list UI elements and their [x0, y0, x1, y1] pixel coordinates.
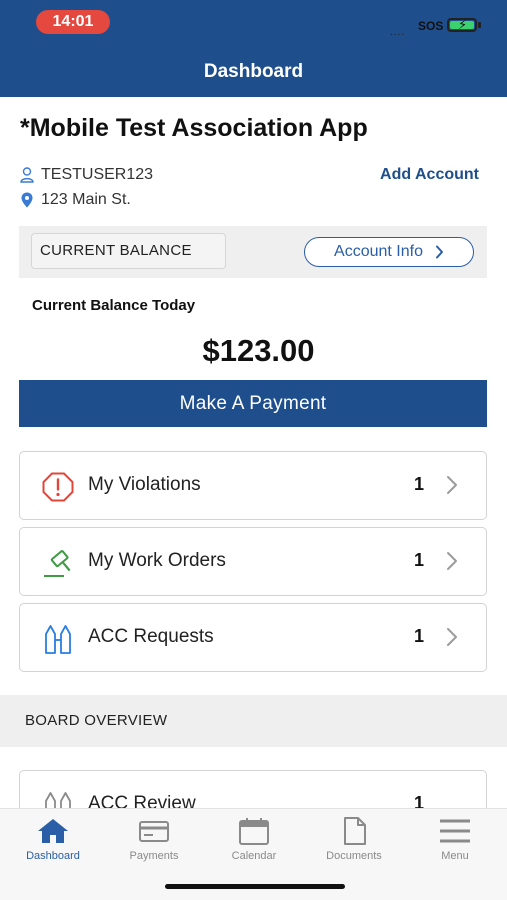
tab-label: Documents	[326, 850, 382, 862]
tab-label: Payments	[129, 850, 179, 862]
calendar-icon	[239, 818, 269, 845]
acc-icon	[45, 625, 71, 654]
status-time: 14:01	[36, 10, 110, 34]
balance-amount: $123.00	[202, 333, 315, 368]
battery-icon: ⚡	[447, 17, 477, 32]
battery-tip	[478, 22, 481, 28]
tab-dashboard[interactable]: Dashboard	[3, 817, 103, 862]
tab-calendar[interactable]: Calendar	[204, 817, 304, 862]
gavel-icon	[44, 550, 71, 577]
home-indicator	[165, 884, 345, 889]
tab-label: Calendar	[231, 850, 277, 862]
card-label: ACC Requests	[88, 626, 214, 647]
acc-requests-card[interactable]: ACC Requests 1	[19, 603, 487, 672]
chevron-right-icon	[447, 552, 457, 570]
association-title: *Mobile Test Association App	[20, 114, 368, 142]
current-balance-tab[interactable]: CURRENT BALANCE	[31, 233, 226, 269]
tab-payments[interactable]: Payments	[104, 817, 204, 862]
card-label: My Work Orders	[88, 550, 226, 571]
username: TESTUSER123	[41, 166, 154, 183]
app-header: 14:01 .... SOS ⚡ Dashboard	[0, 0, 507, 97]
account-info-button[interactable]: Account Info	[304, 237, 474, 267]
tab-menu[interactable]: Menu	[405, 817, 505, 862]
make-payment-button[interactable]: Make A Payment	[19, 380, 487, 427]
add-account-link[interactable]: Add Account	[380, 166, 479, 184]
card-count: 1	[413, 626, 424, 646]
user-row: TESTUSER123	[20, 165, 153, 185]
tab-documents[interactable]: Documents	[304, 817, 404, 862]
location-pin-icon	[21, 192, 33, 208]
tab-label: Menu	[441, 850, 469, 862]
address-row: 123 Main St.	[20, 190, 131, 210]
balance-strip: CURRENT BALANCE Account Info	[19, 226, 487, 278]
account-info-label: Account Info	[334, 243, 423, 260]
card-icon	[139, 821, 169, 842]
chevron-right-icon	[435, 245, 443, 259]
current-balance-today-label: Current Balance Today	[32, 297, 196, 314]
user-icon	[20, 167, 34, 183]
card-count: 1	[413, 474, 424, 494]
chevron-right-icon	[447, 476, 457, 494]
work-orders-card[interactable]: My Work Orders 1	[19, 527, 487, 596]
signal-indicator: ....	[390, 27, 406, 38]
card-label: My Violations	[88, 474, 201, 495]
board-overview-label: BOARD OVERVIEW	[25, 712, 168, 729]
tab-label: Dashboard	[26, 850, 80, 862]
board-overview-header: BOARD OVERVIEW	[0, 695, 507, 747]
violations-card[interactable]: My Violations 1	[19, 451, 487, 520]
card-count: 1	[413, 550, 424, 570]
document-icon	[344, 817, 366, 845]
sos-indicator: SOS	[418, 19, 444, 33]
alert-octagon-icon	[42, 472, 74, 502]
home-icon	[38, 819, 68, 843]
chevron-right-icon	[447, 628, 457, 646]
menu-icon	[440, 819, 470, 843]
address: 123 Main St.	[41, 191, 131, 208]
page-title: Dashboard	[203, 61, 304, 82]
